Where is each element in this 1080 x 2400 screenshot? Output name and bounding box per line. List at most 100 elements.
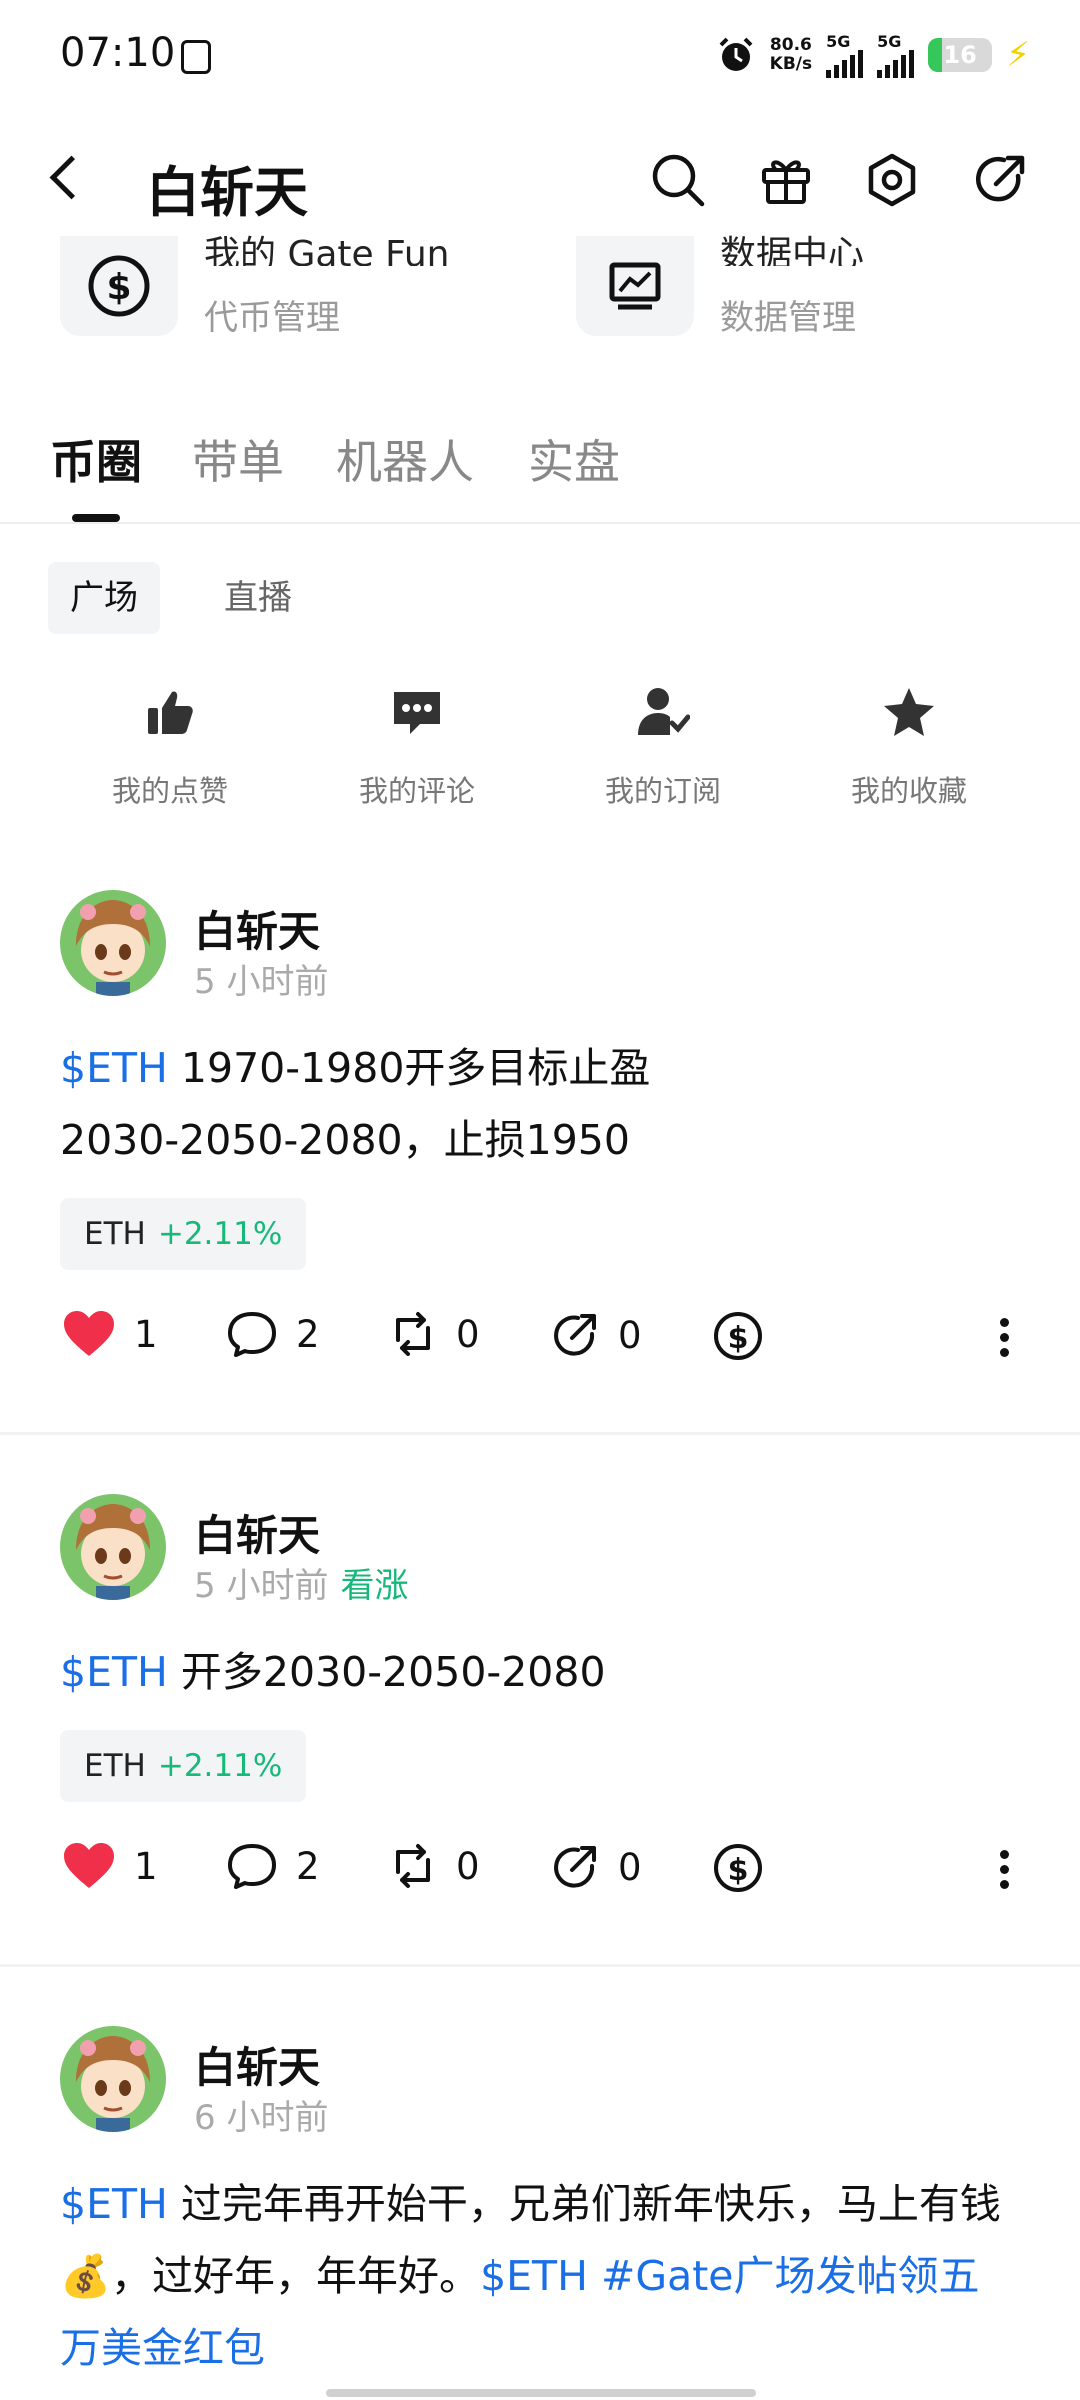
ticker-change: +2.11%	[157, 1216, 283, 1252]
post-separator	[0, 1432, 1080, 1435]
battery-level: 16	[943, 41, 977, 69]
post-author[interactable]: 白斩天	[194, 1502, 320, 1563]
post-time: 6 小时前	[194, 2090, 340, 2139]
avatar-image	[60, 2026, 166, 2132]
post-text: $ETH 过完年再开始干，兄弟们新年快乐，马上有钱💰，过好年，年年好。$ETH …	[60, 2168, 1020, 2384]
comment-button[interactable]: 2	[226, 1842, 320, 1890]
heart-icon	[64, 1843, 114, 1888]
subtab-live[interactable]: 直播	[202, 562, 314, 634]
status-time: 07:10	[60, 30, 176, 76]
comment-button[interactable]: 2	[226, 1310, 320, 1358]
more-icon[interactable]	[1000, 1844, 1010, 1895]
share-count: 0	[618, 1313, 642, 1357]
subscribe-icon	[638, 688, 690, 735]
quick-action-favorites-label: 我的收藏	[850, 774, 967, 808]
post-time: 5 小时前 看涨	[194, 1558, 408, 1607]
net-speed-value: 80.6	[769, 35, 812, 55]
data-center-shortcut-icon[interactable]	[576, 236, 694, 336]
status-bar: 07:10 80.6 KB/s 5G 5G 16 ⚡	[0, 0, 1080, 110]
share-icon[interactable]	[970, 150, 1030, 210]
home-indicator[interactable]	[326, 2389, 756, 2397]
alarm-icon	[719, 37, 753, 71]
post-author[interactable]: 白斩天	[194, 2034, 320, 2095]
repost-count: 0	[456, 1844, 480, 1888]
repost-button[interactable]: 0	[388, 1310, 480, 1358]
quick-action-likes[interactable]: 我的点赞	[70, 682, 270, 810]
tab-bots[interactable]: 机器人	[336, 426, 474, 492]
avatar-image	[60, 1494, 166, 1600]
svg-text:$: $	[728, 1853, 749, 1888]
repost-count: 0	[456, 1312, 480, 1356]
data-center-title[interactable]: 数据中心	[720, 222, 864, 266]
settings-icon[interactable]	[862, 150, 922, 210]
net-speed: 80.6 KB/s	[770, 36, 812, 74]
share-post-button[interactable]: 0	[550, 1310, 642, 1360]
ticker-tag[interactable]: $ETH	[60, 2180, 168, 2228]
tip-icon[interactable]: $	[712, 1842, 764, 1894]
signal-icon-1: 5G	[826, 32, 864, 78]
post-time-text: 5 小时前	[194, 1566, 329, 1606]
comment-bubble-icon	[228, 1312, 276, 1357]
post-time: 5 小时前	[194, 954, 340, 1003]
ticker-tag[interactable]: $ETH	[60, 1044, 168, 1092]
thumbs-up-icon	[148, 691, 193, 734]
gate-fun-shortcut-icon[interactable]: $	[60, 236, 178, 336]
ticker-pill[interactable]: ETH +2.11%	[60, 1198, 307, 1270]
gate-fun-title[interactable]: 我的 Gate Fun	[204, 222, 449, 266]
dollar-circle-icon: $	[88, 255, 150, 317]
star-icon	[884, 688, 934, 736]
quick-action-subscriptions[interactable]: 我的订阅	[563, 682, 763, 810]
quick-action-comments-label: 我的评论	[358, 774, 475, 808]
charging-icon: ⚡	[1006, 35, 1030, 75]
ticker-change: +2.11%	[157, 1748, 283, 1784]
tip-icon[interactable]: $	[712, 1310, 764, 1362]
ticker-name: ETH	[84, 1748, 146, 1784]
like-count: 1	[134, 1312, 158, 1356]
search-icon[interactable]	[648, 150, 708, 210]
back-icon[interactable]	[49, 155, 94, 200]
ticker-pill[interactable]: ETH +2.11%	[60, 1730, 307, 1802]
like-button[interactable]: 1	[62, 1310, 158, 1358]
quick-action-favorites[interactable]: 我的收藏	[809, 682, 1009, 810]
more-icon[interactable]	[1000, 1312, 1010, 1363]
share-arrow-icon	[554, 1314, 596, 1356]
comment-icon	[394, 692, 440, 734]
avatar[interactable]	[60, 1494, 166, 1600]
post-separator	[0, 1964, 1080, 1967]
ticker-tag[interactable]: $ETH	[60, 1648, 168, 1696]
post-author[interactable]: 白斩天	[194, 898, 320, 959]
sentiment-label: 看涨	[340, 1566, 409, 1606]
like-count: 1	[134, 1844, 158, 1888]
signal-icon-2: 5G	[877, 32, 915, 78]
net-speed-unit: KB/s	[769, 54, 813, 74]
post-time-text: 6 小时前	[194, 2098, 329, 2138]
battery-icon: 16	[928, 38, 993, 72]
post-text: $ETH 1970-1980开多目标止盈2030-2050-2080，止损195…	[60, 1032, 740, 1176]
avatar[interactable]	[60, 890, 166, 996]
heart-icon	[64, 1311, 114, 1356]
gift-icon[interactable]	[756, 150, 816, 210]
avatar[interactable]	[60, 2026, 166, 2132]
tab-copy-trading[interactable]: 带单	[192, 426, 284, 492]
signal2-label: 5G	[877, 32, 902, 51]
tab-live-trading[interactable]: 实盘	[528, 426, 620, 492]
subtab-square[interactable]: 广场	[48, 562, 160, 634]
signal1-label: 5G	[826, 32, 851, 51]
status-right: 80.6 KB/s 5G 5G 16 ⚡	[716, 32, 1030, 78]
chart-monitor-icon	[609, 262, 661, 310]
tabs-divider	[0, 522, 1080, 524]
avatar-image	[60, 890, 166, 996]
repost-icon	[396, 1312, 430, 1356]
quick-action-comments[interactable]: 我的评论	[317, 682, 517, 810]
gate-fun-subtitle: 代币管理	[204, 298, 340, 338]
share-count: 0	[618, 1845, 642, 1889]
like-button[interactable]: 1	[62, 1842, 158, 1890]
share-post-button[interactable]: 0	[550, 1842, 642, 1892]
quick-action-likes-label: 我的点赞	[111, 774, 228, 808]
comment-count: 2	[296, 1844, 320, 1888]
tab-coin-circle[interactable]: 币圈	[50, 426, 142, 492]
data-center-subtitle: 数据管理	[720, 298, 856, 338]
repost-button[interactable]: 0	[388, 1842, 480, 1890]
svg-text:$: $	[106, 267, 131, 308]
tab-indicator	[72, 514, 120, 522]
